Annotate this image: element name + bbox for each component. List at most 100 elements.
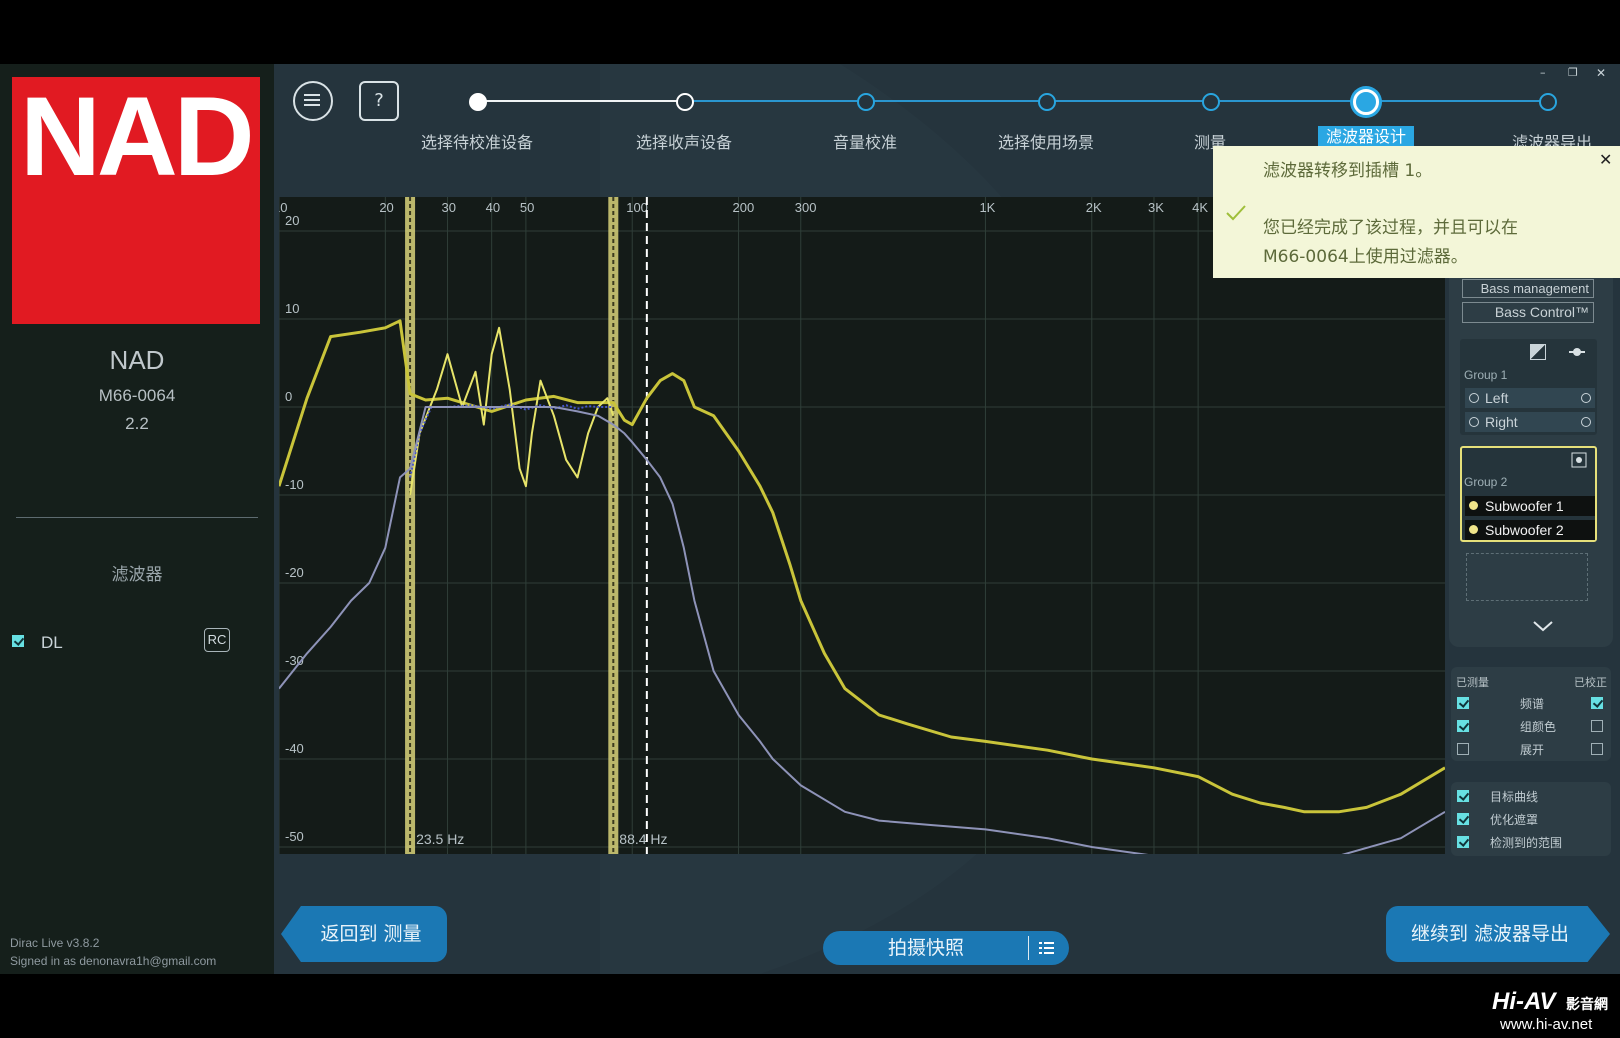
minimize-button[interactable]: –: [1540, 66, 1546, 79]
x-tick-label: 200: [733, 200, 755, 215]
overlay-checkbox[interactable]: [1457, 813, 1469, 825]
stepper-line-done: [477, 100, 684, 102]
sidebar-divider: [16, 517, 258, 518]
group-2-label: Group 2: [1464, 475, 1508, 489]
x-tick-label: 4K: [1192, 200, 1208, 215]
channel-right[interactable]: Right: [1465, 412, 1595, 432]
range-marker-label: 23.5 Hz: [416, 831, 464, 847]
group-layout-icon[interactable]: [1530, 344, 1546, 360]
step-label-2[interactable]: 选择收声设备: [636, 129, 732, 153]
step-dot-7[interactable]: [1539, 93, 1557, 111]
corrected-checkbox[interactable]: [1591, 697, 1603, 709]
snapshot-list-icon[interactable]: [1039, 941, 1055, 955]
measured-checkbox[interactable]: [1457, 697, 1469, 709]
chevron-down-icon[interactable]: [1532, 619, 1554, 633]
next-button[interactable]: 继续到 滤波器导出: [1386, 906, 1610, 962]
x-tick-label: 300: [795, 200, 817, 215]
close-window-button[interactable]: ✕: [1596, 66, 1606, 80]
radio-icon: [1469, 393, 1479, 403]
step-label-3[interactable]: 音量校准: [833, 129, 897, 153]
view-option-label: 组颜色: [1520, 720, 1557, 734]
device-name: NAD: [109, 345, 165, 375]
restore-button[interactable]: ❐: [1568, 66, 1578, 79]
watermark-brand: Hi-AV: [1492, 988, 1556, 1015]
overlay-checkbox[interactable]: [1457, 790, 1469, 802]
overlay-option-label: 优化遮罩: [1490, 813, 1539, 827]
empty-group-slot[interactable]: [1466, 553, 1588, 601]
toast-line-1: 滤波器转移到插槽 1。: [1263, 161, 1433, 181]
x-tick-label: 40: [486, 200, 500, 215]
watermark-brand-cn: 影音網: [1566, 997, 1608, 1013]
device-channels: 2.2: [125, 414, 149, 433]
bass-control-button[interactable]: Bass Control™: [1462, 302, 1594, 323]
chart-svg: 20100-10-20-30-40-5010203040501002003001…: [279, 197, 1445, 854]
view-option-label: 频谱: [1520, 697, 1545, 711]
corrected-header: 已校正: [1574, 677, 1607, 689]
channel-subwoofer-2[interactable]: Subwoofer 2: [1465, 520, 1595, 540]
radio-selected-icon: [1469, 501, 1478, 510]
channel-sub1-label: Subwoofer 1: [1485, 498, 1564, 514]
corrected-checkbox[interactable]: [1591, 720, 1603, 732]
measured-checkbox[interactable]: [1457, 743, 1469, 755]
back-button[interactable]: 返回到 测量: [281, 906, 447, 962]
version-text: Dirac Live v3.8.2: [10, 936, 100, 950]
step-dot-6-active[interactable]: [1353, 89, 1379, 115]
x-tick-label: 10: [279, 200, 287, 215]
measured-header: 已测量: [1456, 677, 1489, 689]
group-1-label: Group 1: [1464, 368, 1508, 382]
divider: [1028, 936, 1029, 960]
link-icon[interactable]: [1568, 344, 1586, 360]
watermark-url: www.hi-av.net: [1500, 1016, 1593, 1033]
hamburger-icon: [304, 94, 320, 106]
toast-line-3: M66-0064上使用过滤器。: [1263, 247, 1468, 267]
filter-label: DL: [41, 633, 63, 652]
frequency-response-chart[interactable]: 20100-10-20-30-40-5010203040501002003001…: [279, 197, 1445, 854]
x-tick-label: 2K: [1086, 200, 1102, 215]
series-line-4: [279, 406, 1445, 854]
channel-subwoofer-1[interactable]: Subwoofer 1: [1465, 496, 1595, 516]
menu-button[interactable]: [293, 81, 333, 121]
y-tick-label: -40: [285, 741, 304, 756]
corrected-checkbox[interactable]: [1591, 743, 1603, 755]
overlay-checkbox[interactable]: [1457, 836, 1469, 848]
overlay-option-label: 检测到的范围: [1490, 836, 1563, 850]
step-label-4[interactable]: 选择使用场景: [998, 129, 1094, 153]
check-icon: [1226, 205, 1246, 221]
radio-icon: [1469, 417, 1479, 427]
stepper-line-todo: [684, 100, 1548, 102]
filter-item-dl[interactable]: DL RC: [12, 628, 272, 661]
radio-icon: [1581, 393, 1591, 403]
nad-logo: NAD: [12, 77, 260, 324]
radio-selected-icon: [1469, 525, 1478, 534]
bass-management-button[interactable]: Bass management: [1462, 279, 1594, 298]
y-tick-label: 10: [285, 301, 299, 316]
step-dot-2[interactable]: [676, 93, 694, 111]
step-label-1[interactable]: 选择待校准设备: [421, 129, 533, 153]
channel-left[interactable]: Left: [1465, 388, 1595, 408]
x-tick-label: 50: [520, 200, 534, 215]
channel-right-label: Right: [1485, 414, 1518, 430]
step-dot-5[interactable]: [1202, 93, 1220, 111]
rc-badge-button[interactable]: RC: [204, 628, 230, 652]
y-tick-label: -10: [285, 477, 304, 492]
x-tick-label: 1K: [979, 200, 995, 215]
help-button[interactable]: ?: [359, 81, 399, 121]
measured-checkbox[interactable]: [1457, 720, 1469, 732]
filter-checkbox[interactable]: [12, 635, 24, 647]
y-tick-label: 0: [285, 389, 292, 404]
x-tick-label: 20: [379, 200, 393, 215]
series-line-1: [279, 319, 1445, 814]
step-dot-4[interactable]: [1038, 93, 1056, 111]
radio-icon: [1581, 417, 1591, 427]
sidebar-section-title: 滤波器: [111, 565, 163, 584]
toast-close-button[interactable]: ✕: [1599, 150, 1612, 169]
toast-line-2: 您已经完成了该过程，并且可以在: [1263, 218, 1518, 238]
channel-sub2-label: Subwoofer 2: [1485, 522, 1564, 538]
step-dot-3[interactable]: [857, 93, 875, 111]
step-dot-1[interactable]: [469, 93, 487, 111]
channel-left-label: Left: [1485, 390, 1509, 406]
snapshot-button[interactable]: 拍摄快照: [823, 931, 1069, 965]
step-label-6-active[interactable]: 滤波器设计: [1317, 126, 1415, 148]
y-tick-label: -50: [285, 829, 304, 844]
link-icon[interactable]: [1571, 452, 1587, 468]
